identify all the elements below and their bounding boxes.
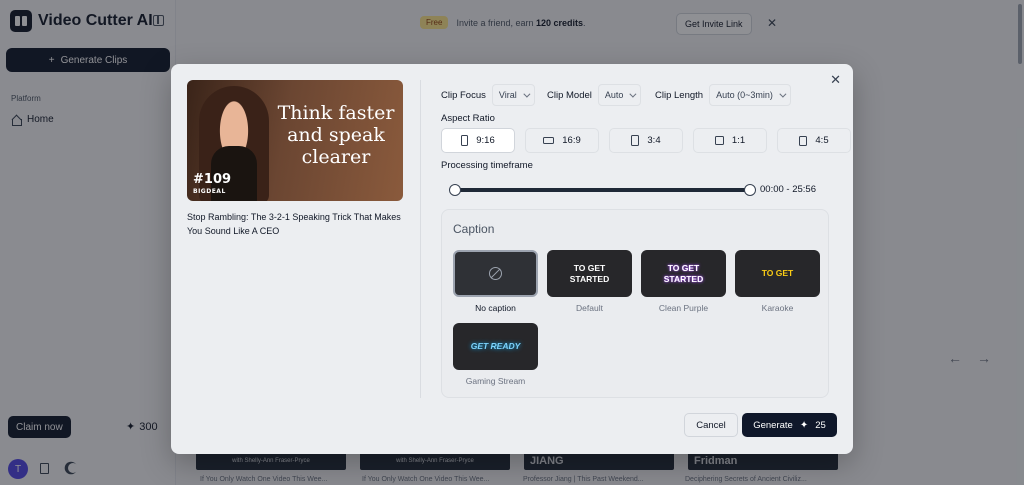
sparkle-icon: ✦ bbox=[799, 419, 809, 431]
caption-option-label: Default bbox=[576, 303, 603, 313]
caption-option-no-caption[interactable]: No caption bbox=[453, 250, 538, 313]
timeframe-slider[interactable]: 00:00 - 25:56 bbox=[441, 180, 829, 200]
caption-preview[interactable]: GET READY bbox=[453, 323, 538, 370]
generate-label: Generate bbox=[753, 419, 793, 431]
caption-preview-text: GET READY bbox=[470, 341, 521, 351]
video-title: Stop Rambling: The 3-2-1 Speaking Trick … bbox=[187, 212, 401, 236]
timeframe-label: Processing timeframe bbox=[441, 160, 533, 171]
portrait-icon bbox=[799, 135, 808, 146]
square-icon bbox=[714, 136, 724, 145]
generate-cost: 25 bbox=[815, 419, 826, 431]
caption-option-default[interactable]: TO GET STARTED Default bbox=[547, 250, 632, 313]
portrait-icon bbox=[461, 135, 469, 146]
clip-focus-select[interactable]: Viral bbox=[491, 84, 535, 106]
caption-preview-text: TO GET bbox=[761, 268, 794, 278]
caption-option-karaoke[interactable]: TO GET Karaoke bbox=[735, 250, 820, 313]
caption-option-label: Karaoke bbox=[761, 303, 794, 313]
caption-preview[interactable]: TO GET STARTED bbox=[641, 250, 726, 297]
caption-heading: Caption bbox=[453, 222, 495, 236]
cancel-button[interactable]: Cancel bbox=[684, 413, 738, 437]
caption-preview[interactable] bbox=[453, 250, 538, 297]
clip-model-select[interactable]: Auto bbox=[597, 84, 642, 106]
clip-model-label: Clip Model bbox=[547, 89, 592, 101]
aspect-ratio-9-16[interactable]: 9:16 bbox=[441, 128, 515, 153]
caption-option-label: Gaming Stream bbox=[465, 376, 526, 386]
aspect-ratio-options: 9:16 16:9 3:4 1:1 4:5 bbox=[441, 128, 851, 153]
clip-length-field: Clip Length Auto (0~3min) bbox=[655, 84, 791, 106]
video-preview: Think faster and speak clearer #109 BIGD… bbox=[187, 80, 403, 201]
episode-badge: #109 BIGDEAL bbox=[193, 172, 232, 198]
caption-preview[interactable]: TO GET bbox=[735, 250, 820, 297]
clip-focus-field: Clip Focus Viral bbox=[441, 84, 535, 106]
clip-focus-value: Viral bbox=[498, 90, 517, 100]
thumbnail-text: Think faster and speak clearer bbox=[277, 102, 395, 168]
clip-model-field: Clip Model Auto bbox=[547, 84, 642, 106]
portrait-icon bbox=[631, 135, 640, 146]
caption-preview-text: TO GET STARTED bbox=[569, 262, 610, 284]
brand-logo: BIGDEAL bbox=[193, 188, 226, 195]
slider-track[interactable] bbox=[455, 188, 750, 192]
caption-preview-text: TO GET STARTED bbox=[663, 262, 704, 284]
aspect-ratio-3-4[interactable]: 3:4 bbox=[609, 128, 683, 153]
clip-length-label: Clip Length bbox=[655, 89, 704, 101]
chevron-down-icon bbox=[629, 90, 637, 98]
aspect-ratio-label-1-1: 1:1 bbox=[731, 135, 746, 146]
caption-option-label: No caption bbox=[475, 303, 516, 313]
aspect-ratio-1-1[interactable]: 1:1 bbox=[693, 128, 767, 153]
aspect-ratio-4-5[interactable]: 4:5 bbox=[777, 128, 851, 153]
aspect-ratio-16-9[interactable]: 16:9 bbox=[525, 128, 599, 153]
slider-end-handle[interactable] bbox=[744, 184, 756, 196]
aspect-ratio-label-9-16: 9:16 bbox=[476, 135, 495, 146]
caption-panel: Caption No caption TO GET STARTED Defaul… bbox=[441, 209, 829, 398]
generate-button[interactable]: Generate ✦ 25 bbox=[742, 413, 837, 437]
caption-option-gaming-stream[interactable]: GET READY Gaming Stream bbox=[453, 323, 538, 386]
aspect-ratio-label: Aspect Ratio bbox=[441, 113, 495, 124]
caption-preview[interactable]: TO GET STARTED bbox=[547, 250, 632, 297]
caption-option-label: Clean Purple bbox=[658, 303, 709, 313]
slider-start-handle[interactable] bbox=[449, 184, 461, 196]
no-symbol-icon bbox=[489, 267, 502, 280]
episode-number: #109 bbox=[193, 172, 232, 187]
generate-clips-dialog: ✕ Think faster and speak clearer #109 BI… bbox=[171, 64, 853, 454]
aspect-ratio-label-4-5: 4:5 bbox=[815, 135, 829, 146]
divider bbox=[420, 80, 421, 398]
aspect-ratio-label-16-9: 16:9 bbox=[562, 135, 581, 146]
timeframe-value: 00:00 - 25:56 bbox=[760, 184, 816, 195]
chevron-down-icon bbox=[523, 90, 531, 98]
clip-model-value: Auto bbox=[604, 90, 624, 100]
caption-option-clean-purple[interactable]: TO GET STARTED Clean Purple bbox=[641, 250, 726, 313]
landscape-icon bbox=[543, 137, 555, 144]
chevron-down-icon bbox=[779, 90, 787, 98]
clip-length-value: Auto (0~3min) bbox=[716, 90, 773, 100]
close-icon[interactable]: ✕ bbox=[830, 72, 841, 88]
clip-focus-label: Clip Focus bbox=[441, 89, 486, 101]
clip-length-select[interactable]: Auto (0~3min) bbox=[709, 84, 791, 106]
aspect-ratio-label-3-4: 3:4 bbox=[647, 135, 661, 146]
